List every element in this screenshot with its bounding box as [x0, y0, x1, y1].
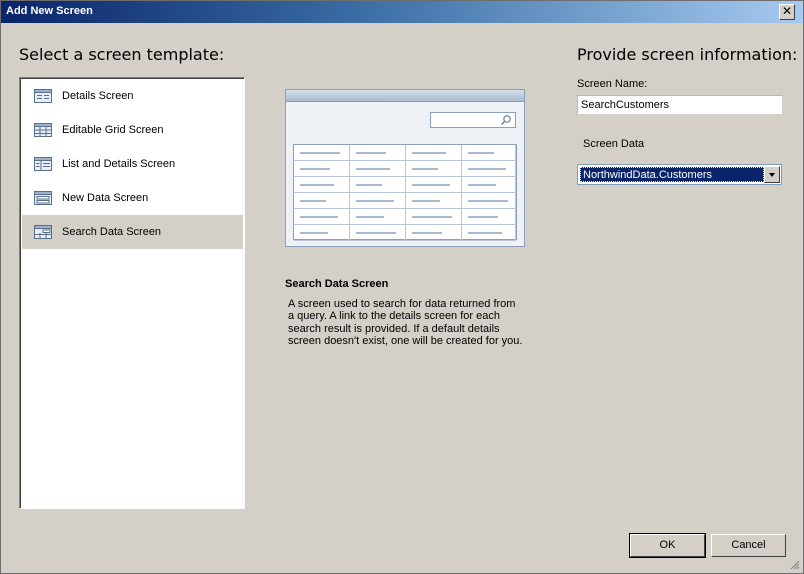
preview-grid-cell: [350, 161, 406, 177]
preview-grid-cell: [406, 145, 462, 161]
preview-search-box: [430, 112, 516, 128]
preview-grid-cell: [294, 225, 350, 241]
template-heading: Select a screen template:: [19, 45, 225, 64]
cancel-button[interactable]: Cancel: [711, 534, 786, 557]
preview-grid-cell: [294, 209, 350, 225]
template-item-details[interactable]: Details Screen: [22, 79, 243, 113]
preview-grid-cell: [294, 177, 350, 193]
preview-grid-cell: [294, 161, 350, 177]
template-item-list-details[interactable]: List and Details Screen: [22, 147, 243, 181]
close-icon: ✕: [781, 4, 793, 18]
screen-name-input[interactable]: SearchCustomers: [577, 95, 783, 115]
preview-grid-cell: [350, 209, 406, 225]
preview-grid-cell: [406, 193, 462, 209]
screen-data-select[interactable]: NorthwindData.Customers: [577, 164, 782, 185]
new-data-icon: [34, 191, 52, 205]
template-item-label: Details Screen: [62, 90, 134, 102]
preview-title-bar: [286, 90, 524, 102]
screen-data-value: NorthwindData.Customers: [580, 167, 764, 182]
preview-grid-cell: [462, 177, 516, 193]
resize-grip-icon[interactable]: [789, 559, 800, 570]
preview-grid-cell: [406, 177, 462, 193]
preview-grid-cell: [350, 145, 406, 161]
window-title: Add New Screen: [6, 5, 93, 17]
template-list[interactable]: Details Screen Editable Grid Screen List…: [19, 77, 245, 509]
preview-grid-cell: [406, 209, 462, 225]
preview-grid-cell: [462, 225, 516, 241]
title-bar[interactable]: Add New Screen ✕: [1, 1, 803, 23]
preview-grid-cell: [350, 193, 406, 209]
details-screen-icon: [34, 89, 52, 103]
template-item-label: List and Details Screen: [62, 158, 176, 170]
preview-grid-cell: [462, 161, 516, 177]
preview-grid-cell: [462, 145, 516, 161]
template-item-search-data[interactable]: Search Data Screen: [22, 215, 243, 249]
ok-button[interactable]: OK: [629, 533, 706, 558]
template-item-label: New Data Screen: [62, 192, 149, 204]
list-details-icon: [34, 157, 52, 171]
preview-grid-cell: [406, 161, 462, 177]
screen-info-heading: Provide screen information:: [577, 45, 798, 64]
add-new-screen-dialog: Add New Screen ✕ Select a screen templat…: [0, 0, 804, 574]
search-data-icon: [34, 225, 52, 239]
search-icon: [501, 115, 511, 125]
editable-grid-icon: [34, 123, 52, 137]
template-title: Search Data Screen: [285, 278, 389, 290]
screen-name-label: Screen Name:: [577, 78, 648, 90]
template-item-label: Search Data Screen: [62, 226, 162, 238]
preview-grid-cell: [406, 225, 462, 241]
preview-grid-cell: [294, 193, 350, 209]
preview-grid-cell: [350, 177, 406, 193]
preview-results-grid: [293, 144, 517, 241]
preview-grid-cell: [462, 193, 516, 209]
screen-data-label: Screen Data: [583, 138, 645, 150]
close-button[interactable]: ✕: [779, 4, 795, 20]
preview-grid-cell: [294, 145, 350, 161]
preview-grid-cell: [350, 225, 406, 241]
template-preview-image: [285, 89, 525, 247]
preview-grid-cell: [462, 209, 516, 225]
template-item-editable-grid[interactable]: Editable Grid Screen: [22, 113, 243, 147]
template-item-new-data[interactable]: New Data Screen: [22, 181, 243, 215]
chevron-down-icon[interactable]: [764, 166, 780, 183]
template-description: A screen used to search for data returne…: [288, 298, 523, 348]
template-item-label: Editable Grid Screen: [62, 124, 164, 136]
